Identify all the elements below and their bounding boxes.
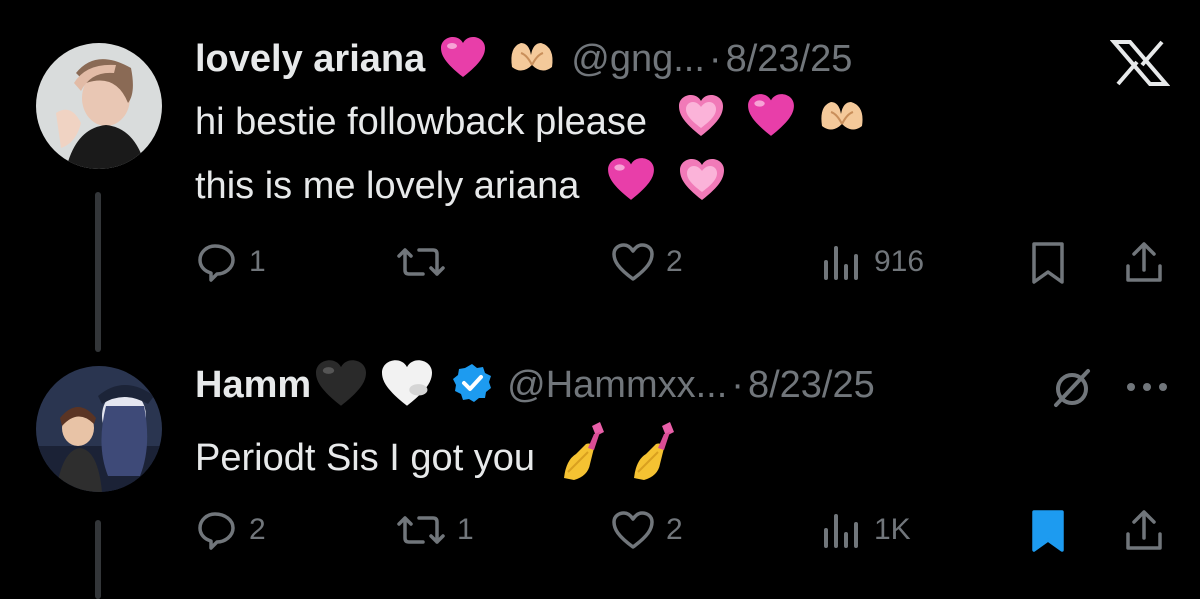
tweet-line-2: this is me lovely ariana (195, 165, 580, 208)
retweet-button[interactable] (395, 240, 457, 284)
like-button[interactable]: 2 (610, 240, 683, 284)
nail-polish-icon (630, 420, 686, 500)
username-handle[interactable]: @gng... (571, 38, 705, 81)
bookmark-icon (1032, 510, 1064, 552)
reply-button[interactable]: 2 (195, 508, 266, 552)
reply-button[interactable]: 1 (195, 240, 266, 284)
heart-hands-icon (817, 94, 867, 154)
views-button[interactable]: 1K (820, 508, 911, 552)
reply-count: 1 (249, 245, 266, 278)
bookmark-button[interactable] (1028, 508, 1068, 554)
tweet-text-line: this is me lovely ariana (195, 156, 867, 220)
username-handle[interactable]: @Hammxx... (507, 364, 727, 407)
views-button[interactable]: 916 (820, 240, 924, 284)
tweet-line-1: hi bestie followback please (195, 101, 648, 144)
share-button[interactable] (1122, 508, 1166, 554)
separator: · (731, 364, 744, 406)
avatar[interactable] (36, 43, 162, 169)
retweet-icon (397, 248, 445, 276)
white-heart-icon (379, 358, 435, 413)
tweet-header: lovely ariana @gng... · 8/23/25 (195, 32, 852, 87)
nail-polish-icon (560, 420, 616, 500)
display-name[interactable]: lovely ariana (195, 38, 425, 81)
black-heart-icon (313, 358, 369, 413)
tweet-actions: 1 2 916 (0, 240, 1200, 290)
retweet-button[interactable]: 1 (395, 508, 474, 552)
share-button[interactable] (1122, 240, 1166, 286)
reply-icon (198, 512, 235, 550)
like-count: 2 (666, 513, 683, 546)
tweet-text: Periodt Sis I got you (195, 420, 686, 500)
timestamp[interactable]: 8/23/25 (726, 38, 853, 81)
pink-heart-icon (439, 35, 487, 84)
tweet-text-line: hi bestie followback please (195, 92, 867, 156)
view-count: 916 (874, 245, 925, 278)
verified-badge-icon[interactable] (451, 362, 493, 409)
tweet-line-1: Periodt Sis I got you (195, 437, 536, 480)
sparkling-heart-icon (676, 92, 726, 156)
retweet-icon (397, 516, 445, 544)
bookmark-icon (1032, 242, 1064, 284)
share-icon (1126, 510, 1162, 550)
view-count: 1K (874, 513, 911, 546)
more-icon[interactable] (1125, 380, 1169, 398)
display-name[interactable]: Hamm (195, 364, 311, 407)
tweet-header: Hamm @Hammxx... · 8/23/25 (195, 358, 875, 413)
like-button[interactable]: 2 (610, 508, 683, 552)
heart-hands-icon (507, 37, 557, 82)
tweet-actions: 2 1 2 1K (0, 508, 1200, 558)
views-icon (824, 514, 858, 548)
avatar[interactable] (36, 366, 162, 492)
retweet-count: 1 (457, 513, 474, 546)
sparkling-heart-icon (677, 156, 727, 220)
share-icon (1126, 242, 1162, 282)
grok-icon[interactable] (1048, 363, 1096, 416)
like-icon (612, 243, 654, 281)
reply-count: 2 (249, 513, 266, 546)
like-icon (612, 511, 654, 549)
like-count: 2 (666, 245, 683, 278)
close-icon[interactable] (1109, 38, 1171, 93)
reply-icon (198, 244, 235, 282)
separator: · (708, 38, 722, 80)
tweet-text-line: Periodt Sis I got you (195, 420, 686, 500)
timestamp[interactable]: 8/23/25 (748, 364, 875, 407)
views-icon (824, 246, 858, 280)
pink-heart-icon (746, 92, 796, 156)
tweet-text: hi bestie followback please this is me l… (195, 92, 867, 220)
pink-heart-icon (606, 156, 656, 220)
bookmark-button[interactable] (1028, 240, 1068, 286)
